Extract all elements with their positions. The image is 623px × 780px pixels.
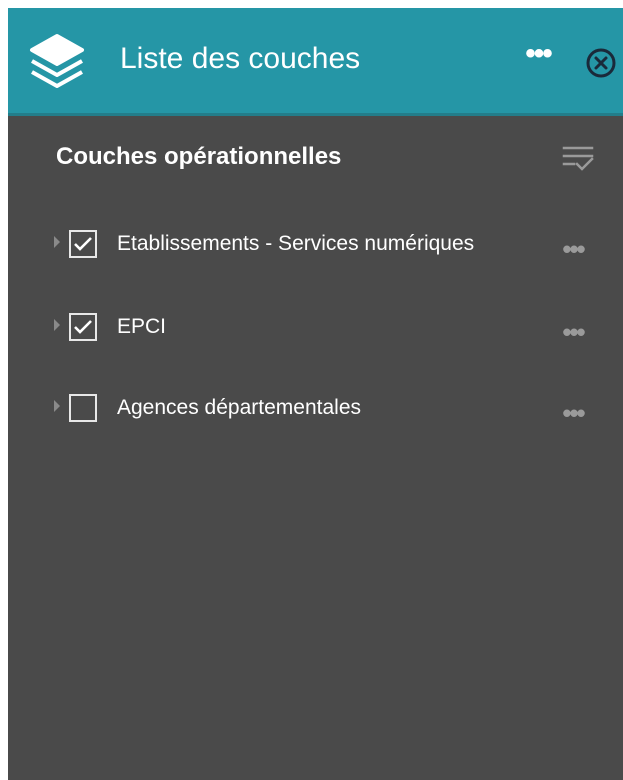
expand-arrow-icon[interactable] — [54, 319, 60, 331]
layer-more-options-icon[interactable]: ••• — [553, 236, 593, 262]
layer-label: Agences départementales — [117, 396, 361, 419]
layer-row[interactable]: Agences départementales ••• — [8, 382, 623, 438]
layer-more-options-icon[interactable]: ••• — [553, 400, 593, 426]
section-title: Couches opérationnelles — [56, 143, 342, 170]
layer-list-panel: Liste des couches ••• Couches opérationn… — [8, 8, 623, 780]
layer-more-options-icon[interactable]: ••• — [553, 319, 593, 345]
checkmark-icon — [74, 237, 92, 251]
checkmark-icon — [74, 320, 92, 334]
layer-label: Etablissements - Services numériques — [117, 232, 475, 255]
layer-visibility-checkbox[interactable] — [69, 230, 97, 258]
expand-arrow-icon[interactable] — [54, 236, 60, 248]
filter-list-icon[interactable] — [560, 140, 596, 176]
layer-row[interactable]: EPCI ••• — [8, 301, 623, 357]
layer-visibility-checkbox[interactable] — [69, 313, 97, 341]
more-options-icon[interactable]: ••• — [518, 39, 558, 76]
close-icon[interactable] — [584, 46, 618, 80]
layer-label: EPCI — [117, 315, 167, 338]
panel-title: Liste des couches — [120, 42, 361, 75]
panel-header: Liste des couches ••• — [8, 8, 623, 116]
layer-row[interactable]: Etablissements - Services numériques ••• — [8, 218, 623, 274]
layer-visibility-checkbox[interactable] — [69, 394, 97, 422]
layers-icon — [30, 34, 84, 88]
expand-arrow-icon[interactable] — [54, 400, 60, 412]
